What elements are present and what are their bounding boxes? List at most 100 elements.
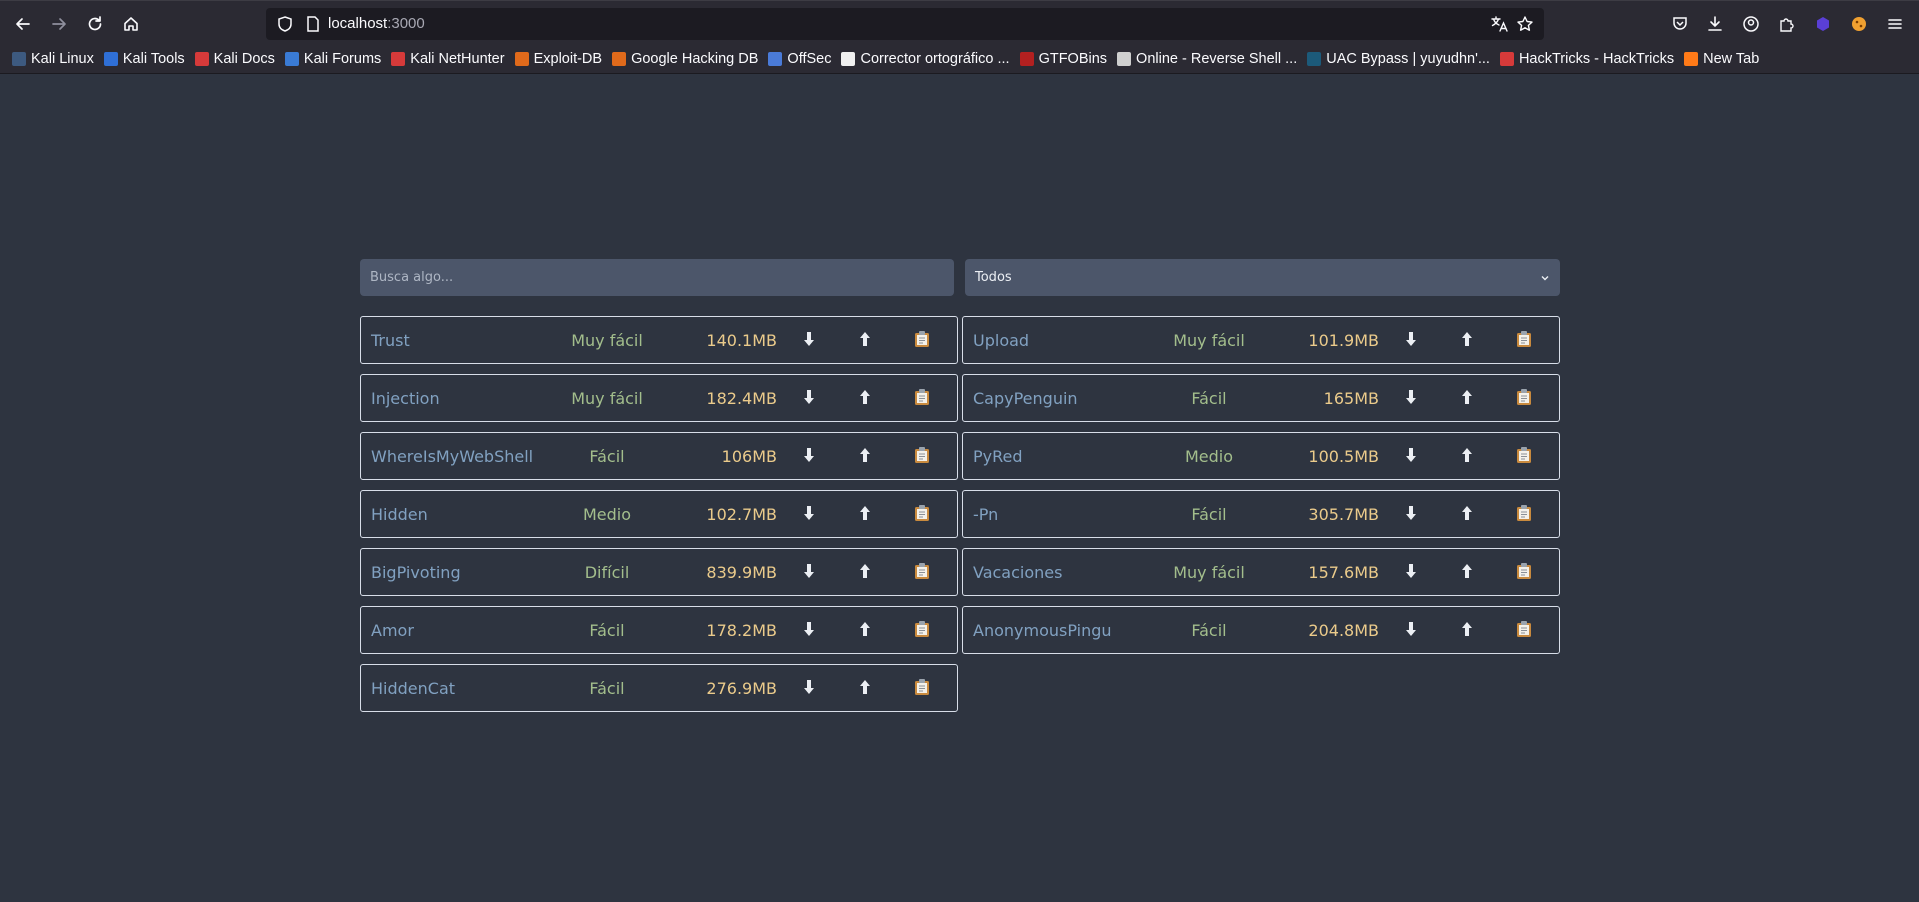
copy-button[interactable] [1512, 387, 1536, 411]
download-button[interactable] [1399, 619, 1423, 643]
bookmark-item[interactable]: Kali Docs [194, 51, 275, 67]
download-button[interactable] [797, 387, 821, 411]
copy-button[interactable] [910, 561, 934, 585]
machine-name[interactable]: Upload [973, 331, 1029, 350]
extension-orange-button[interactable] [1845, 10, 1873, 38]
arrow-left-icon [16, 18, 30, 30]
bookmark-star-icon[interactable] [1516, 15, 1534, 33]
bookmark-item[interactable]: Exploit-DB [514, 51, 602, 67]
copy-button[interactable] [910, 387, 934, 411]
home-button[interactable] [117, 10, 145, 38]
copy-button[interactable] [910, 503, 934, 527]
difficulty-filter-select[interactable]: Todos [965, 259, 1560, 296]
bookmark-label: HackTricks - HackTricks [1518, 51, 1675, 67]
download-button[interactable] [1399, 561, 1423, 585]
download-button[interactable] [797, 561, 821, 585]
download-arrow-icon [802, 505, 816, 525]
machine-name[interactable]: Injection [371, 389, 440, 408]
download-button[interactable] [797, 503, 821, 527]
copy-button[interactable] [1512, 503, 1536, 527]
controls-row: Todos [360, 259, 1560, 296]
upload-button[interactable] [853, 677, 877, 701]
upload-button[interactable] [1455, 329, 1479, 353]
download-button[interactable] [1399, 329, 1423, 353]
download-button[interactable] [797, 445, 821, 469]
bookmark-item[interactable]: Online - Reverse Shell ... [1117, 51, 1297, 67]
download-arrow-icon [802, 389, 816, 409]
upload-button[interactable] [1455, 503, 1479, 527]
download-button[interactable] [1399, 503, 1423, 527]
download-button[interactable] [1399, 445, 1423, 469]
machine-name[interactable]: -Pn [973, 505, 998, 524]
extensions-button[interactable] [1773, 10, 1801, 38]
machine-name[interactable]: Hidden [371, 505, 428, 524]
download-button[interactable] [797, 329, 821, 353]
copy-button[interactable] [1512, 445, 1536, 469]
upload-button[interactable] [853, 503, 877, 527]
bookmark-item[interactable]: GTFOBins [1019, 51, 1107, 67]
bookmark-item[interactable]: Kali NetHunter [391, 51, 505, 67]
download-arrow-icon [1404, 563, 1418, 583]
copy-button[interactable] [910, 329, 934, 353]
bookmark-label: OffSec [787, 51, 832, 67]
translate-icon[interactable] [1490, 15, 1508, 33]
pocket-button[interactable] [1666, 10, 1694, 38]
bookmark-item[interactable]: Kali Forums [284, 51, 381, 67]
machine-name[interactable]: AnonymousPingu [973, 621, 1112, 640]
upload-button[interactable] [1455, 445, 1479, 469]
reload-icon [88, 16, 102, 31]
copy-button[interactable] [1512, 619, 1536, 643]
upload-button[interactable] [853, 329, 877, 353]
bookmark-item[interactable]: Google Hacking DB [612, 51, 758, 67]
machine-difficulty: Difícil [584, 563, 630, 582]
copy-button[interactable] [910, 619, 934, 643]
bookmark-item[interactable]: Corrector ortográfico ... [841, 51, 1010, 67]
machine-name[interactable]: CapyPenguin [973, 389, 1078, 408]
bookmark-item[interactable]: New Tab [1684, 51, 1759, 67]
downloads-button[interactable] [1701, 10, 1729, 38]
bookmark-item[interactable]: Kali Linux [12, 51, 94, 67]
page-icon[interactable] [304, 15, 322, 33]
copy-button[interactable] [1512, 561, 1536, 585]
back-button[interactable] [9, 10, 37, 38]
machine-name[interactable]: Trust [371, 331, 410, 350]
bookmark-favicon-icon [391, 52, 406, 66]
machine-name[interactable]: PyRed [973, 447, 1023, 466]
upload-button[interactable] [853, 387, 877, 411]
download-button[interactable] [1399, 387, 1423, 411]
url-text[interactable]: localhost:3000 [328, 14, 425, 34]
clipboard-icon [914, 446, 930, 468]
machine-name[interactable]: WhereIsMyWebShell [371, 447, 533, 466]
arrow-right-icon [52, 18, 66, 30]
download-icon [1708, 16, 1722, 31]
bookmark-item[interactable]: HackTricks - HackTricks [1499, 51, 1675, 67]
bookmark-item[interactable]: Kali Tools [103, 51, 185, 67]
bookmark-item[interactable]: OffSec [768, 51, 831, 67]
bookmark-item[interactable]: UAC Bypass | yuyudhn'... [1307, 51, 1490, 67]
bookmark-label: Online - Reverse Shell ... [1136, 51, 1298, 67]
copy-button[interactable] [910, 445, 934, 469]
upload-button[interactable] [853, 561, 877, 585]
copy-button[interactable] [1512, 329, 1536, 353]
machine-name[interactable]: HiddenCat [371, 679, 455, 698]
machine-size: 305.7MB [1308, 505, 1379, 524]
machine-name[interactable]: Vacaciones [973, 563, 1062, 582]
download-button[interactable] [797, 677, 821, 701]
upload-button[interactable] [1455, 561, 1479, 585]
reload-button[interactable] [81, 10, 109, 38]
copy-button[interactable] [910, 677, 934, 701]
account-button[interactable] [1737, 10, 1765, 38]
menu-button[interactable] [1881, 10, 1909, 38]
download-button[interactable] [797, 619, 821, 643]
address-bar[interactable]: localhost:3000 [266, 8, 1544, 40]
upload-button[interactable] [853, 445, 877, 469]
upload-button[interactable] [1455, 619, 1479, 643]
forward-button[interactable] [45, 10, 73, 38]
upload-button[interactable] [853, 619, 877, 643]
shield-icon[interactable] [276, 15, 294, 33]
machine-name[interactable]: Amor [371, 621, 414, 640]
extension-purple-button[interactable] [1809, 10, 1837, 38]
search-input[interactable] [360, 259, 954, 296]
upload-button[interactable] [1455, 387, 1479, 411]
machine-name[interactable]: BigPivoting [371, 563, 461, 582]
